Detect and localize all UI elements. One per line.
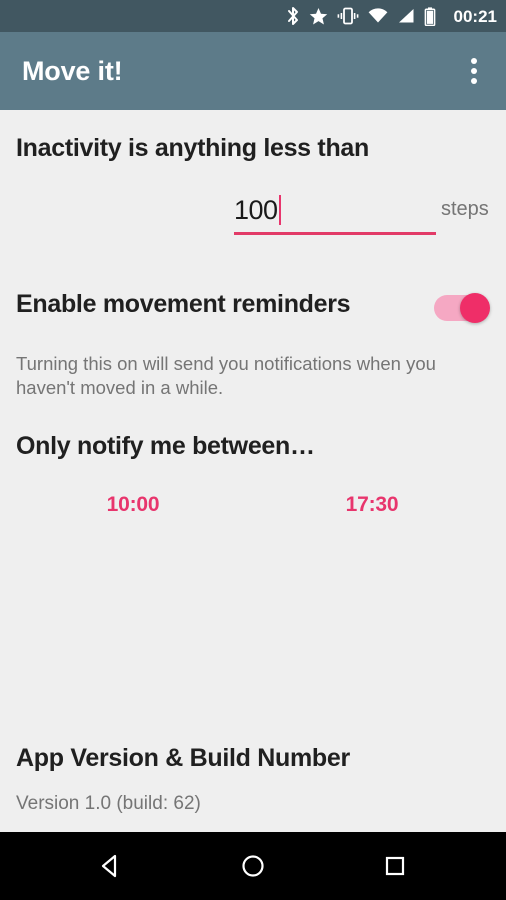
status-bar: 00:21 (0, 0, 506, 32)
reminders-toggle[interactable] (434, 291, 490, 325)
end-time-button[interactable]: 17:30 (346, 493, 399, 517)
app-title: Move it! (22, 55, 123, 86)
version-value: Version 1.0 (build: 62) (16, 793, 201, 814)
app-bar: Move it! (0, 32, 506, 110)
steps-unit-label: steps (441, 198, 489, 220)
start-time-button[interactable]: 10:00 (107, 493, 160, 517)
overflow-dot (471, 78, 477, 84)
status-bar-icons: 00:21 (286, 6, 497, 26)
app-screen: 00:21 Move it! Inactivity is anything le… (0, 0, 506, 900)
status-bar-clock: 00:21 (453, 6, 497, 26)
reminders-description: Turning this on will send you notificati… (16, 353, 436, 398)
steps-input-inner: 100 (234, 185, 436, 229)
steps-input-value: 100 (234, 194, 278, 225)
overflow-dot (471, 58, 477, 64)
back-button[interactable] (79, 840, 143, 892)
inactivity-input-row: 100 steps (0, 185, 506, 245)
reminders-toggle-row (0, 285, 506, 331)
inactivity-heading: Inactivity is anything less than (16, 134, 369, 162)
settings-content: Inactivity is anything less than 100 ste… (0, 110, 506, 832)
android-nav-bar (0, 832, 506, 900)
text-caret (278, 195, 281, 225)
recents-button[interactable] (363, 840, 427, 892)
bluetooth-icon (286, 6, 300, 26)
steps-input[interactable]: 100 (234, 185, 436, 235)
overflow-dot (471, 68, 477, 74)
cell-signal-icon (397, 6, 415, 26)
quiet-hours-row: 10:00 17:30 (0, 493, 506, 527)
wifi-icon (368, 6, 388, 26)
quiet-hours-heading: Only notify me between… (16, 432, 315, 460)
home-button[interactable] (221, 840, 285, 892)
version-heading: App Version & Build Number (16, 744, 350, 772)
star-icon (309, 6, 328, 26)
toggle-thumb (460, 293, 490, 323)
overflow-menu-icon[interactable] (450, 47, 498, 95)
vibrate-icon (337, 6, 359, 26)
battery-icon (424, 6, 436, 26)
